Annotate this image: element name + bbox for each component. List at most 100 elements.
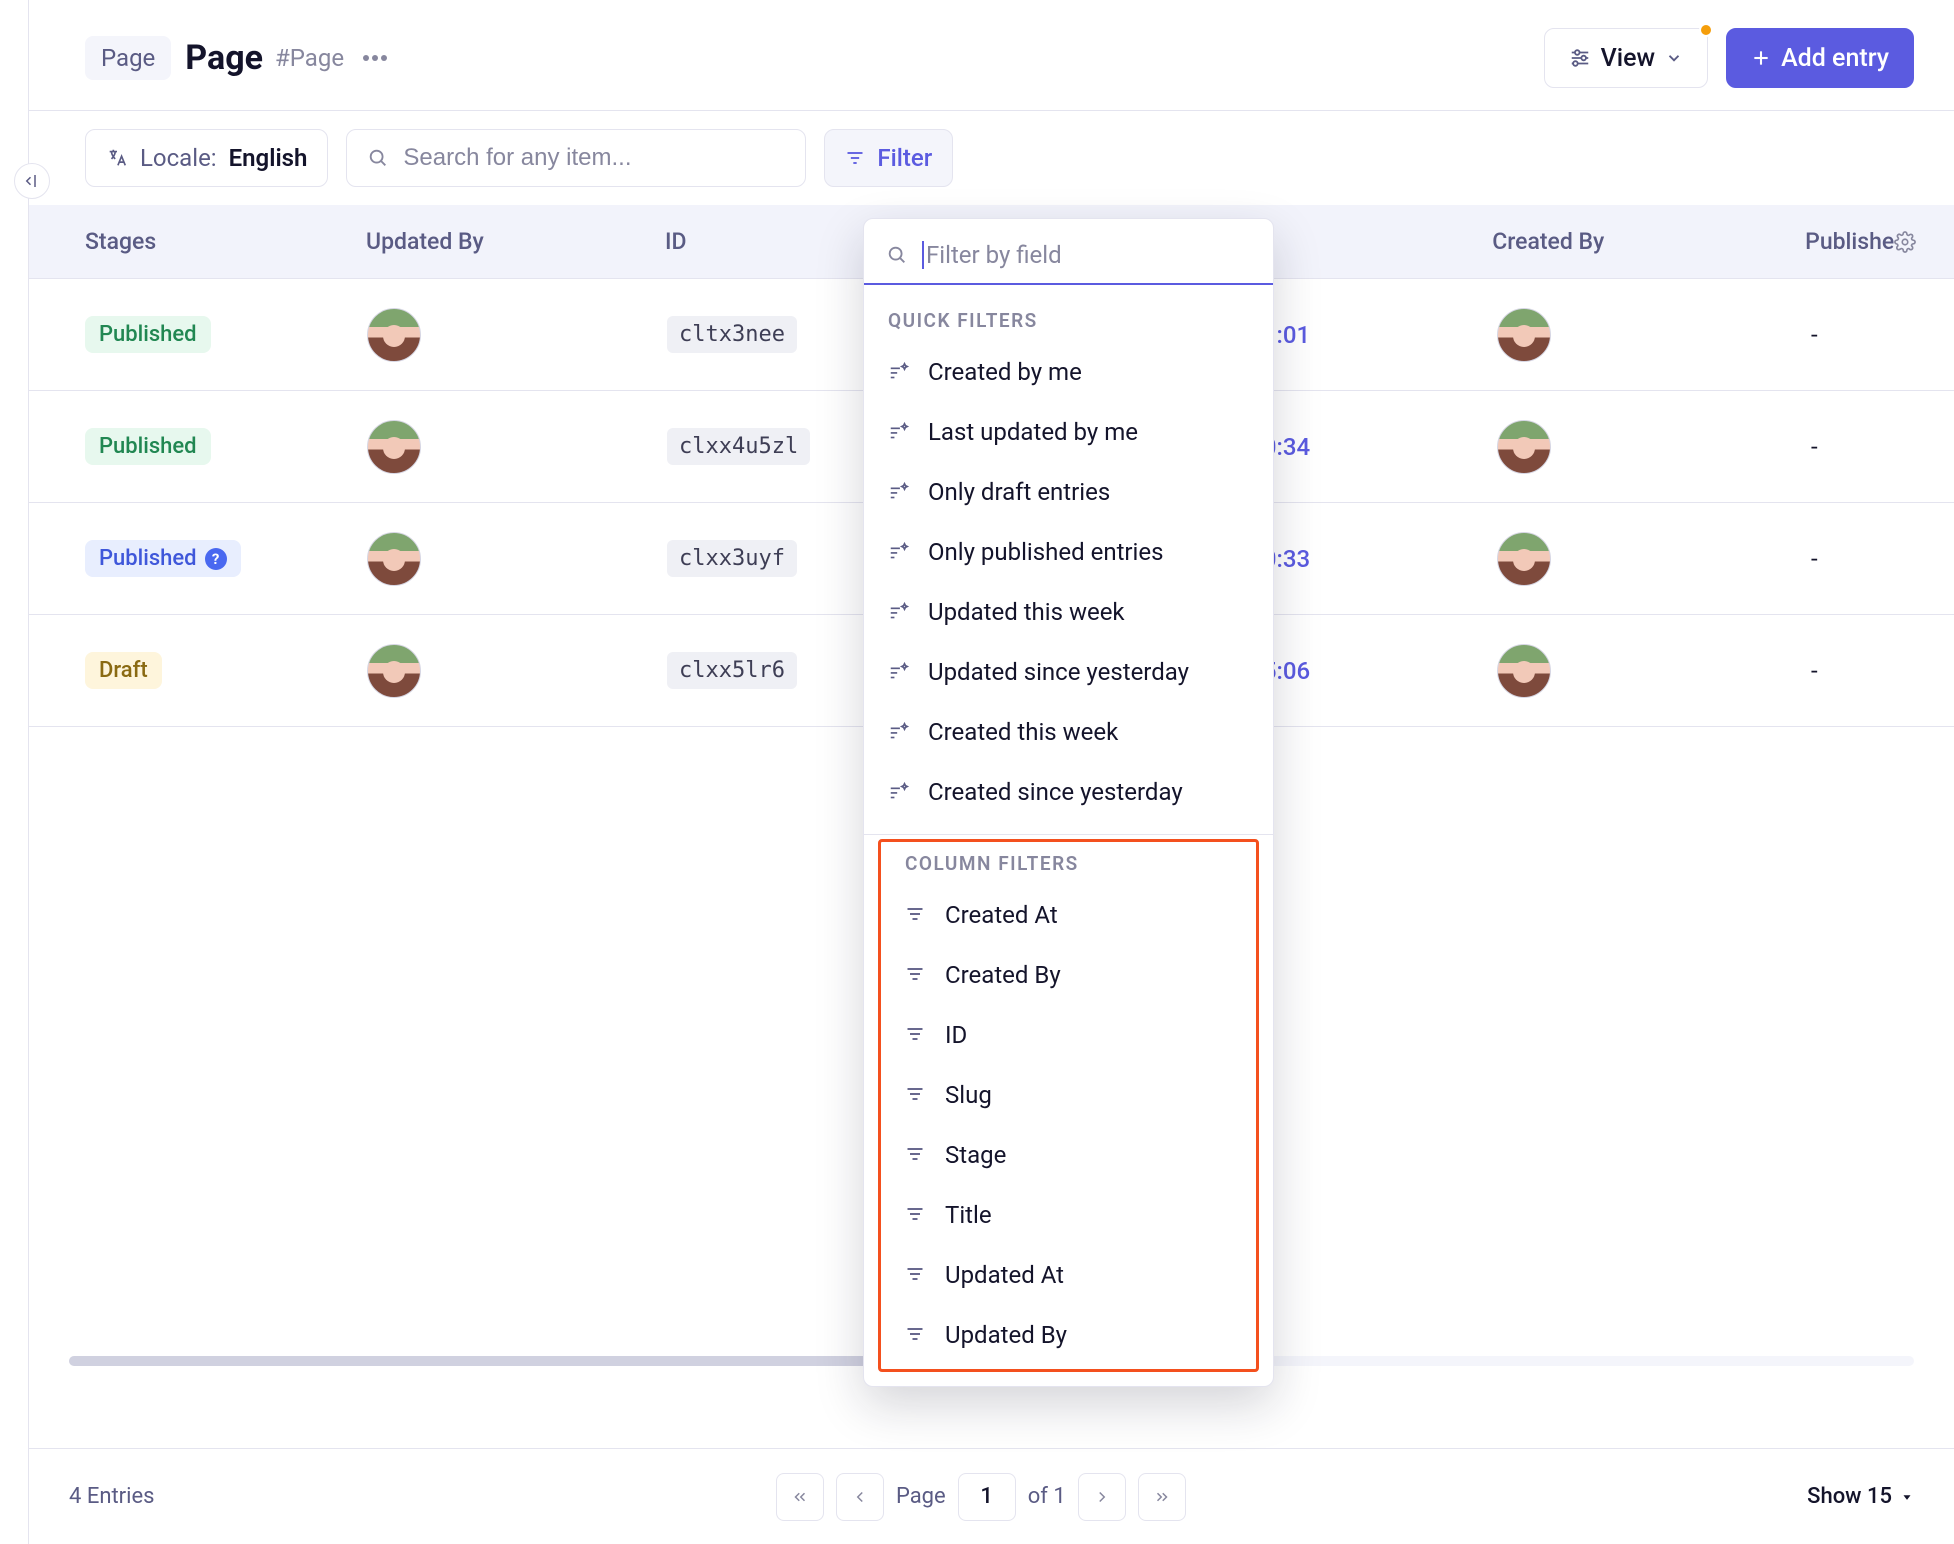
filter-lines-icon xyxy=(905,1024,927,1046)
quick-filter-label: Updated since yesterday xyxy=(928,658,1189,686)
toolbar: Locale: English Filter xyxy=(29,110,1954,205)
filter-lines-icon xyxy=(905,1144,927,1166)
filter-lines-icon xyxy=(905,1264,927,1286)
filter-search-row[interactable]: Filter by field xyxy=(864,219,1273,285)
table-settings-button[interactable] xyxy=(1894,231,1954,253)
add-entry-button[interactable]: Add entry xyxy=(1726,28,1914,88)
quick-filter-label: Only draft entries xyxy=(928,478,1110,506)
locale-selector[interactable]: Locale: English xyxy=(85,129,328,187)
page-next-button[interactable] xyxy=(1078,1473,1126,1521)
column-header-stages[interactable]: Stages xyxy=(29,228,366,255)
page-label: Page xyxy=(896,1484,946,1509)
entries-count: 4 Entries xyxy=(69,1484,155,1509)
avatar xyxy=(367,644,421,698)
avatar xyxy=(1497,308,1551,362)
column-header-published[interactable]: Publishe xyxy=(1805,228,1894,255)
table-footer: 4 Entries Page 1 of 1 Show 15 xyxy=(29,1448,1954,1544)
help-icon: ? xyxy=(205,548,227,570)
filter-dropdown: Filter by field QUICK FILTERS Created by… xyxy=(863,218,1274,1387)
page-first-button[interactable] xyxy=(776,1473,824,1521)
filter-lines-icon xyxy=(905,1084,927,1106)
view-indicator-dot xyxy=(1699,23,1713,37)
page-title: Page xyxy=(185,38,263,78)
filter-search-placeholder: Filter by field xyxy=(922,241,1062,269)
quick-filter-item[interactable]: Updated this week xyxy=(864,582,1273,642)
column-filter-label: Updated By xyxy=(945,1321,1067,1349)
caret-down-icon xyxy=(1900,1490,1914,1504)
column-filter-label: Stage xyxy=(945,1141,1006,1169)
quick-filter-label: Updated this week xyxy=(928,598,1125,626)
breadcrumb-chip[interactable]: Page xyxy=(85,36,171,80)
column-filter-item[interactable]: Updated At xyxy=(881,1245,1256,1305)
quick-filter-icon xyxy=(888,721,910,743)
chevron-down-icon xyxy=(1665,49,1683,67)
locale-label: Locale: xyxy=(140,144,217,172)
translate-icon xyxy=(106,147,128,169)
quick-filter-icon xyxy=(888,361,910,383)
stage-badge: Published xyxy=(85,316,211,353)
quick-filter-label: Created since yesterday xyxy=(928,778,1183,806)
stage-badge: Draft xyxy=(85,652,162,689)
filter-lines-icon xyxy=(905,904,927,926)
quick-filter-item[interactable]: Updated since yesterday xyxy=(864,642,1273,702)
quick-filter-item[interactable]: Only published entries xyxy=(864,522,1273,582)
published-value: - xyxy=(1811,657,1894,685)
quick-filter-item[interactable]: Created by me xyxy=(864,342,1273,402)
collapse-sidebar-button[interactable] xyxy=(14,163,50,199)
stage-badge: Published xyxy=(85,428,211,465)
more-menu-icon[interactable] xyxy=(362,54,388,62)
filter-button[interactable]: Filter xyxy=(824,129,953,187)
published-value: - xyxy=(1811,433,1894,461)
locale-value: English xyxy=(229,144,308,172)
column-filters-section: COLUMN FILTERS Created AtCreated ByIDSlu… xyxy=(878,839,1259,1372)
quick-filter-icon xyxy=(888,421,910,443)
add-entry-label: Add entry xyxy=(1781,44,1889,73)
search-input-wrapper[interactable] xyxy=(346,129,806,187)
avatar xyxy=(1497,420,1551,474)
avatar xyxy=(367,308,421,362)
column-filter-label: Title xyxy=(945,1201,992,1229)
column-filter-item[interactable]: ID xyxy=(881,1005,1256,1065)
column-filter-label: Updated At xyxy=(945,1261,1064,1289)
page-current-input[interactable]: 1 xyxy=(958,1473,1016,1521)
column-filter-item[interactable]: Stage xyxy=(881,1125,1256,1185)
search-icon xyxy=(886,244,908,266)
filter-lines-icon xyxy=(905,1204,927,1226)
published-value: - xyxy=(1811,545,1894,573)
quick-filter-item[interactable]: Created this week xyxy=(864,702,1273,762)
pagination: Page 1 of 1 xyxy=(776,1473,1186,1521)
sliders-icon xyxy=(1569,47,1591,69)
quick-filters-header: QUICK FILTERS xyxy=(864,303,1273,342)
column-header-created-by[interactable]: Created By xyxy=(1492,228,1805,255)
scrollbar-thumb[interactable] xyxy=(69,1356,899,1366)
filter-lines-icon xyxy=(905,964,927,986)
search-input[interactable] xyxy=(401,143,785,173)
published-value: - xyxy=(1811,321,1894,349)
entry-id: clxx4u5zl xyxy=(667,428,810,465)
quick-filter-label: Created by me xyxy=(928,358,1082,386)
page-prev-button[interactable] xyxy=(836,1473,884,1521)
quick-filters-section: QUICK FILTERS Created by me Last updated … xyxy=(864,285,1273,830)
entry-id: clxx3uyf xyxy=(667,540,797,577)
page-last-button[interactable] xyxy=(1138,1473,1186,1521)
dropdown-separator xyxy=(864,834,1273,835)
column-filter-item[interactable]: Title xyxy=(881,1185,1256,1245)
column-filter-item[interactable]: Created By xyxy=(881,945,1256,1005)
column-filter-label: Slug xyxy=(945,1081,992,1109)
column-filter-item[interactable]: Slug xyxy=(881,1065,1256,1125)
filter-button-label: Filter xyxy=(877,144,932,172)
view-button[interactable]: View xyxy=(1544,28,1708,88)
quick-filter-item[interactable]: Last updated by me xyxy=(864,402,1273,462)
avatar xyxy=(1497,644,1551,698)
column-filter-item[interactable]: Updated By xyxy=(881,1305,1256,1365)
quick-filter-item[interactable]: Only draft entries xyxy=(864,462,1273,522)
page-of-label: of 1 xyxy=(1028,1484,1066,1509)
search-icon xyxy=(367,147,389,169)
entry-id: clxx5lr6 xyxy=(667,652,797,689)
quick-filter-icon xyxy=(888,481,910,503)
page-size-selector[interactable]: Show 15 xyxy=(1807,1484,1914,1509)
column-filter-item[interactable]: Created At xyxy=(881,885,1256,945)
column-header-updated-by[interactable]: Updated By xyxy=(366,228,665,255)
quick-filter-item[interactable]: Created since yesterday xyxy=(864,762,1273,822)
avatar xyxy=(367,420,421,474)
